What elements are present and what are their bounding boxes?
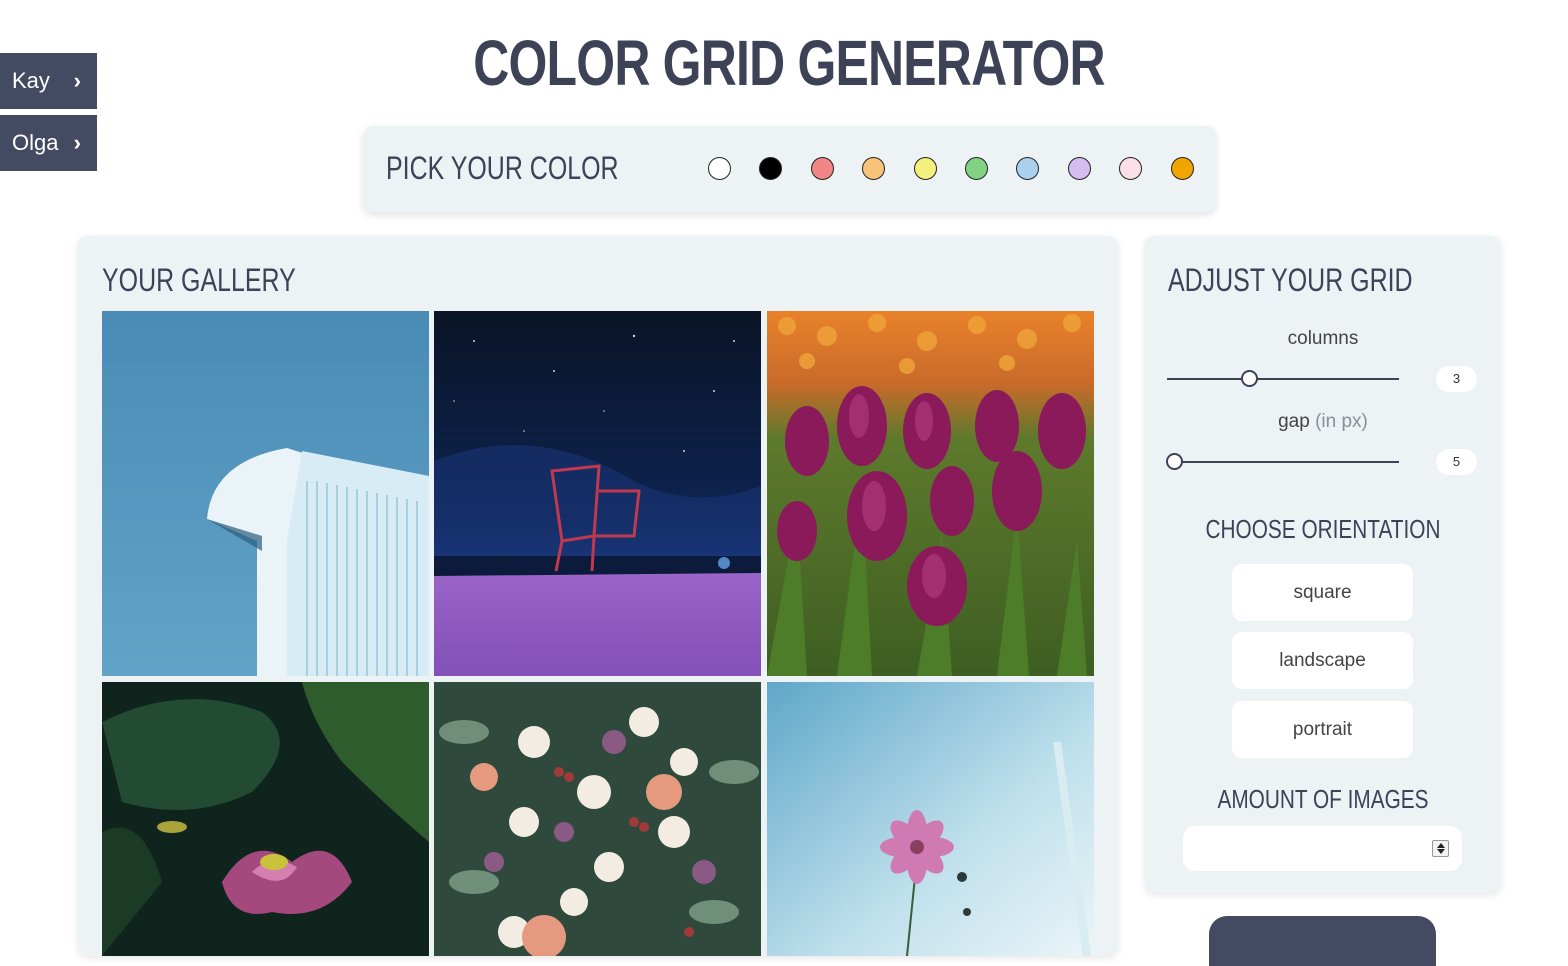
picker-label: PICK YOUR COLOR xyxy=(386,150,619,186)
columns-value: 3 xyxy=(1436,366,1477,392)
orientation-square-button[interactable]: square xyxy=(1232,564,1413,621)
color-swatch-gold[interactable] xyxy=(1170,157,1194,180)
user-tab-label: Kay xyxy=(12,68,50,93)
columns-slider-thumb[interactable] xyxy=(1241,370,1259,387)
controls-title: ADJUST YOUR GRID xyxy=(1168,262,1413,298)
orientation-portrait-button[interactable]: portrait xyxy=(1232,701,1413,758)
grid-settings-panel: ADJUST YOUR GRID columns 3 gap (in px) 5… xyxy=(1145,236,1501,893)
gap-value: 5 xyxy=(1436,449,1477,475)
color-picker: PICK YOUR COLOR xyxy=(363,126,1216,212)
number-spinner-icon[interactable] xyxy=(1432,840,1449,857)
color-swatch-purple[interactable] xyxy=(1067,157,1091,180)
page-title: COLOR GRID GENERATOR xyxy=(473,27,1105,99)
color-swatch-black[interactable] xyxy=(759,157,783,180)
amount-input[interactable] xyxy=(1183,826,1462,871)
gallery-image[interactable] xyxy=(102,682,429,956)
user-tab-kay[interactable]: Kay › xyxy=(0,53,97,109)
gap-unit: (in px) xyxy=(1315,411,1368,432)
chevron-right-icon: › xyxy=(73,68,81,93)
color-swatch-red[interactable] xyxy=(810,157,834,180)
color-swatch-green[interactable] xyxy=(965,157,988,180)
generate-button[interactable] xyxy=(1209,916,1436,966)
amount-heading: AMOUNT OF IMAGES xyxy=(1217,784,1429,814)
gallery-image[interactable] xyxy=(767,311,1094,676)
gallery-image[interactable] xyxy=(102,311,429,676)
gap-label-text: gap xyxy=(1278,411,1310,432)
orientation-heading: CHOOSE ORIENTATION xyxy=(1205,514,1441,544)
color-swatch-white[interactable] xyxy=(708,157,731,180)
color-swatch-blue[interactable] xyxy=(1016,157,1040,180)
user-tab-label: Olga xyxy=(12,130,59,155)
gallery-title: YOUR GALLERY xyxy=(102,262,296,298)
user-tab-olga[interactable]: Olga › xyxy=(0,115,97,171)
color-swatch-yellow[interactable] xyxy=(913,157,937,180)
orientation-landscape-button[interactable]: landscape xyxy=(1232,632,1413,689)
gap-label: gap (in px) xyxy=(1145,411,1501,433)
columns-label: columns xyxy=(1287,328,1359,349)
color-swatch-pink[interactable] xyxy=(1119,157,1143,180)
gallery-image[interactable] xyxy=(434,311,761,676)
gallery-image[interactable] xyxy=(434,682,761,956)
color-swatch-orange[interactable] xyxy=(862,157,886,180)
gap-slider-thumb[interactable] xyxy=(1166,453,1183,470)
gap-slider[interactable] xyxy=(1167,461,1399,463)
gallery-panel: YOUR GALLERY xyxy=(78,236,1118,956)
chevron-right-icon: › xyxy=(73,130,81,155)
columns-slider[interactable] xyxy=(1167,378,1399,380)
gallery-image[interactable] xyxy=(767,682,1094,956)
